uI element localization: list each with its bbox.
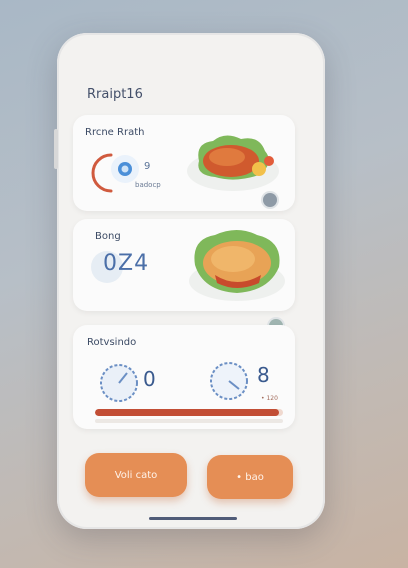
progress-track	[95, 419, 283, 423]
card1-toggle[interactable]	[263, 193, 277, 207]
dial-caption: badocp	[135, 181, 161, 189]
gauge-left-value: 0	[143, 367, 156, 391]
page-title: Rraipt16	[87, 87, 143, 102]
dial-icon[interactable]	[87, 147, 159, 197]
dial-value: 9	[144, 161, 151, 172]
recipe-card-2[interactable]: Bong 0Ζ4	[73, 219, 295, 333]
secondary-button[interactable]: • bao	[207, 455, 293, 499]
card2-value: 0Ζ4	[103, 251, 150, 276]
side-button	[54, 129, 58, 169]
card-title: Rotvsindo	[87, 337, 137, 348]
food-image	[189, 230, 285, 301]
home-indicator[interactable]	[149, 517, 237, 520]
gauge-left-icon	[100, 364, 138, 402]
gauge-right-icon	[210, 362, 248, 400]
progress-fill	[95, 409, 280, 416]
phone-frame: Rraipt16 Rrcne Rrath 9 badocp Bong 0Ζ4 R…	[54, 33, 325, 529]
progress-caption: • 120	[261, 395, 278, 402]
primary-button[interactable]: Voli cato	[85, 453, 187, 497]
progress-bar	[95, 409, 283, 416]
card-title: Bong	[95, 231, 121, 242]
recipe-card-1[interactable]: Rrcne Rrath 9 badocp	[73, 115, 295, 211]
gauge-right-value: 8	[257, 363, 270, 387]
food-image	[187, 135, 279, 191]
card-title: Rrcne Rrath	[85, 127, 145, 138]
